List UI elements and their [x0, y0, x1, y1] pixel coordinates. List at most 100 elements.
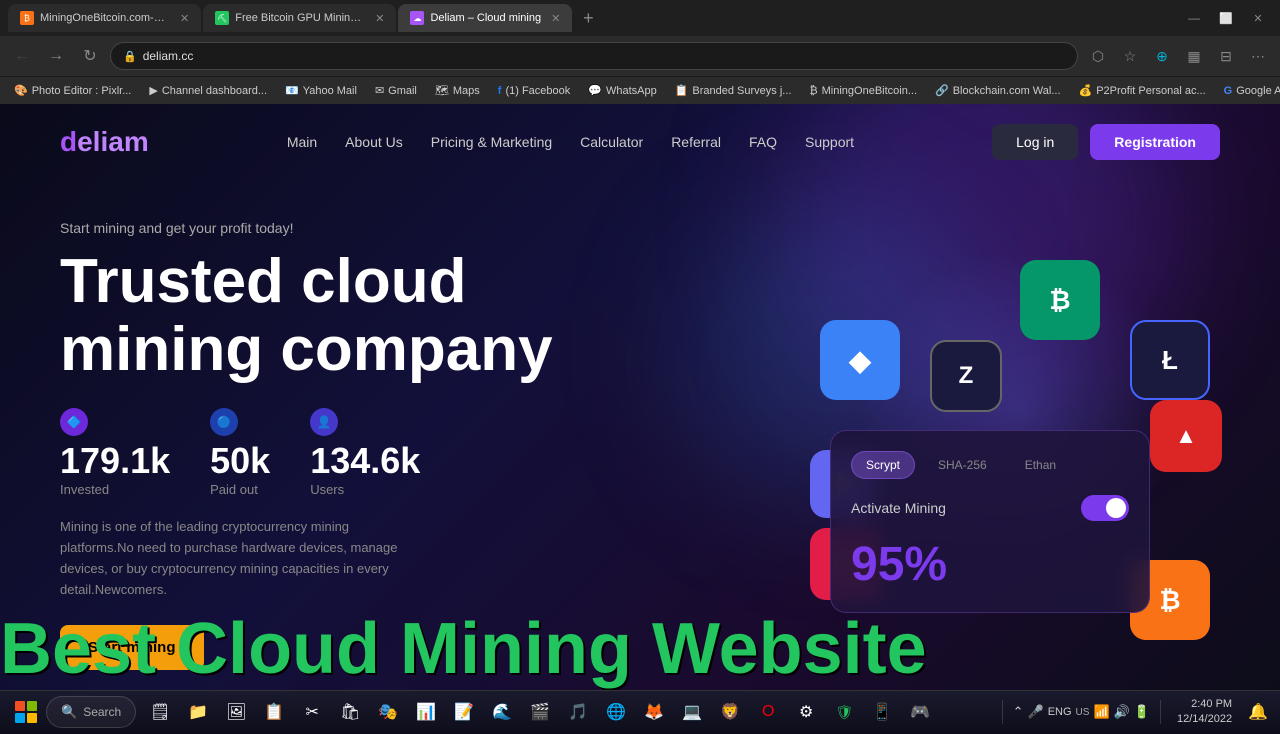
taskbar-app-task[interactable]: 📋 [256, 694, 292, 730]
lang-label[interactable]: ENG [1048, 706, 1072, 718]
browser-tab-3[interactable]: ☁ Deliam – Cloud mining ✕ [398, 4, 572, 32]
taskbar-search[interactable]: 🔍 Search [46, 696, 136, 728]
activate-toggle[interactable] [1081, 495, 1129, 521]
taskbar-app-opera[interactable]: O [750, 694, 786, 730]
bookmark-gmail[interactable]: ✉ Gmail [369, 82, 423, 99]
start-button[interactable] [8, 694, 44, 730]
collections-icon[interactable]: ▦ [1180, 42, 1208, 70]
bookmark-yahoo[interactable]: 📧 Yahoo Mail [279, 82, 363, 99]
crypto-card-ltc: Ł [1130, 320, 1210, 400]
taskbar-app-excel[interactable]: 📊 [408, 694, 444, 730]
browser-tab-2[interactable]: ⛏ Free Bitcoin GPU Mining, Cloud... ✕ [203, 4, 396, 32]
menu-icon[interactable]: ⋯ [1244, 42, 1272, 70]
bookmark-adsense[interactable]: G Google AdSense [1218, 83, 1280, 99]
taskbar-app-chrome[interactable]: 🌐 [598, 694, 634, 730]
bookmark-icon: ✉ [375, 84, 384, 97]
bookmark-label: Gmail [388, 85, 417, 97]
extensions-icon[interactable]: ⬡ [1084, 42, 1112, 70]
logo[interactable]: deliam [60, 126, 149, 158]
new-tab-button[interactable]: + [574, 4, 602, 32]
back-button[interactable]: ← [8, 42, 36, 70]
taskbar-app-store[interactable]: 🛍 [332, 694, 368, 730]
taskbar-app-files[interactable]: 🗒 [142, 694, 178, 730]
win-sq-2 [27, 701, 37, 711]
stat-value-paidout: 50k [210, 440, 270, 482]
nav-pricing[interactable]: Pricing & Marketing [431, 134, 552, 150]
star-icon[interactable]: ☆ [1116, 42, 1144, 70]
edge-icon[interactable]: ⊕ [1148, 42, 1176, 70]
taskbar-app-game[interactable]: 🎮 [902, 694, 938, 730]
forward-button[interactable]: → [42, 42, 70, 70]
refresh-button[interactable]: ↻ [76, 42, 104, 70]
tab-close-3[interactable]: ✕ [551, 12, 560, 25]
taskbar-app-photos[interactable]: 🖼 [218, 694, 254, 730]
nav-referral[interactable]: Referral [671, 134, 721, 150]
win-sq-4 [27, 713, 37, 723]
taskbar-app-firefox[interactable]: 🦊 [636, 694, 672, 730]
bookmark-maps[interactable]: 🗺 Maps [429, 82, 486, 99]
taskbar-app-brave[interactable]: 🦁 [712, 694, 748, 730]
taskbar-app-edge[interactable]: 🌊 [484, 694, 520, 730]
panel-activate-row: Activate Mining [851, 495, 1129, 521]
taskbar-app-word[interactable]: 📝 [446, 694, 482, 730]
stat-icon-users: 👤 [310, 408, 338, 436]
taskbar-app-media[interactable]: 🎬 [522, 694, 558, 730]
taskbar-app-ps[interactable]: 🎭 [370, 694, 406, 730]
tab-close-2[interactable]: ✕ [375, 12, 384, 25]
bookmark-label: Branded Surveys j... [692, 85, 791, 97]
bookmark-blockchain[interactable]: 🔗 Blockchain.com Wal... [929, 82, 1067, 99]
nav-main[interactable]: Main [287, 134, 317, 150]
volume-icon[interactable]: 🔊 [1114, 704, 1130, 720]
hero-title-line1: Trusted cloud [60, 247, 466, 316]
notification-icon[interactable]: 🔔 [1244, 702, 1272, 722]
bookmark-icon: 🗺 [435, 84, 449, 97]
panel-tab-sha[interactable]: SHA-256 [923, 451, 1002, 479]
system-time[interactable]: 2:40 PM 12/14/2022 [1171, 697, 1238, 728]
nav-calculator[interactable]: Calculator [580, 134, 643, 150]
bookmark-icon: 📋 [675, 84, 689, 97]
taskbar: 🔍 Search 🗒 📁 🖼 📋 ✂ 🛍 🎭 📊 📝 🌊 🎬 🎵 🌐 🦊 💻 🦁… [0, 690, 1280, 734]
login-button[interactable]: Log in [992, 124, 1078, 160]
bookmark-photo-editor[interactable]: 🎨 Photo Editor : Pixlr... [8, 82, 137, 99]
bookmark-youtube[interactable]: ▶ Channel dashboard... [143, 82, 273, 99]
bookmark-surveys[interactable]: 📋 Branded Surveys j... [669, 82, 798, 99]
taskbar-app-music[interactable]: 🎵 [560, 694, 596, 730]
taskbar-app-antivirus[interactable]: 🛡 [826, 694, 862, 730]
taskbar-app-snip[interactable]: ✂ [294, 694, 330, 730]
bookmark-p2profit[interactable]: 💰 P2Profit Personal ac... [1073, 82, 1212, 99]
stat-users: 👤 134.6k Users [310, 408, 420, 497]
register-button[interactable]: Registration [1090, 124, 1220, 160]
start-mining-button[interactable]: Start mining [60, 625, 204, 670]
taskbar-app-folder[interactable]: 📁 [180, 694, 216, 730]
taskbar-app-mobile[interactable]: 📱 [864, 694, 900, 730]
bookmark-whatsapp[interactable]: 💬 WhatsApp [582, 82, 662, 99]
browser-chrome: ₿ MiningOneBitcoin.com-Mining... ✕ ⛏ Fre… [0, 0, 1280, 104]
wifi-icon[interactable]: 📶 [1093, 704, 1109, 720]
mic-icon[interactable]: 🎤 [1028, 704, 1044, 720]
sidebar-icon[interactable]: ⊟ [1212, 42, 1240, 70]
panel-tab-scrypt[interactable]: Scrypt [851, 451, 915, 479]
bookmark-facebook[interactable]: f (1) Facebook [492, 83, 576, 99]
taskbar-app-terminal[interactable]: 💻 [674, 694, 710, 730]
bookmark-mining[interactable]: ₿ MiningOneBitcoin... [803, 83, 923, 99]
address-bar[interactable]: 🔒 deliam.cc [110, 42, 1078, 70]
bookmark-label: Yahoo Mail [303, 85, 357, 97]
panel-tab-ethan[interactable]: Ethan [1010, 451, 1071, 479]
tab-title-2: Free Bitcoin GPU Mining, Cloud... [235, 12, 365, 24]
up-arrow-icon[interactable]: ⌃ [1013, 704, 1024, 720]
battery-icon[interactable]: 🔋 [1134, 704, 1150, 720]
tab-close-1[interactable]: ✕ [180, 12, 189, 25]
nav-support[interactable]: Support [805, 134, 854, 150]
taskbar-app-settings[interactable]: ⚙ [788, 694, 824, 730]
browser-tab-1[interactable]: ₿ MiningOneBitcoin.com-Mining... ✕ [8, 4, 201, 32]
nav-faq[interactable]: FAQ [749, 134, 777, 150]
nav-about[interactable]: About Us [345, 134, 403, 150]
taskbar-apps: 🗒 📁 🖼 📋 ✂ 🛍 🎭 📊 📝 🌊 🎬 🎵 🌐 🦊 💻 🦁 O ⚙ 🛡 📱 … [142, 694, 938, 730]
close-window-button[interactable]: ✕ [1244, 4, 1272, 32]
lock-icon: 🔒 [123, 50, 137, 63]
maximize-button[interactable]: ⬜ [1212, 4, 1240, 32]
address-url: deliam.cc [143, 49, 194, 63]
minimize-button[interactable]: — [1180, 4, 1208, 32]
crypto-card-btc-top: ₿ [1020, 260, 1100, 340]
search-text: Search [83, 705, 121, 719]
